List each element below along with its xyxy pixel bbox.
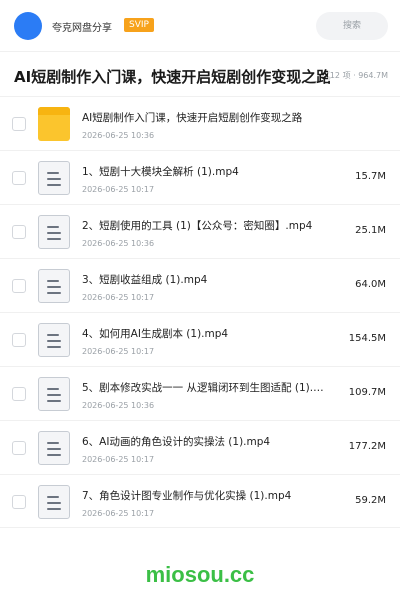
item-name: 4、如何用AI生成剧本 (1).mp4 (82, 328, 229, 340)
video-file-icon (38, 485, 70, 519)
item-name: 1、短剧十大模块全解析 (1).mp4 (82, 166, 239, 178)
list-item[interactable]: 6、AI动画的角色设计的实操法 (1).mp4 2026-06-25 10:17… (0, 420, 400, 474)
select-checkbox[interactable] (12, 117, 26, 131)
item-name: AI短剧制作入门课，快速开启短剧创作变现之路 (82, 112, 303, 124)
list-item[interactable]: 7、角色设计图专业制作与优化实操 (1).mp4 2026-06-25 10:1… (0, 474, 400, 528)
video-file-icon (38, 161, 70, 195)
search-button[interactable]: 搜索 (316, 12, 388, 40)
list-item[interactable]: 1、短剧十大模块全解析 (1).mp4 2026-06-25 10:17 15.… (0, 150, 400, 204)
item-date: 2026-06-25 10:17 (82, 455, 155, 464)
item-name: 3、短剧收益组成 (1).mp4 (82, 274, 208, 286)
list-item[interactable]: 2、短剧使用的工具 (1)【公众号：密知圈】.mp4 2026-06-25 10… (0, 204, 400, 258)
header-bar: 夸克网盘分享 SVIP 搜索 (0, 0, 400, 52)
svip-badge: SVIP (124, 18, 154, 32)
brand-name: 夸克网盘分享 (52, 23, 112, 34)
video-file-icon (38, 323, 70, 357)
item-size: 177.2M (348, 441, 386, 452)
list-item[interactable]: 4、如何用AI生成剧本 (1).mp4 2026-06-25 10:17 154… (0, 312, 400, 366)
select-checkbox[interactable] (12, 171, 26, 185)
item-name: 5、剧本修改实战一一 从逻辑闭环到生图适配 (1).mp4 (82, 382, 332, 394)
item-size: 59.2M (355, 495, 386, 506)
video-file-icon (38, 269, 70, 303)
item-name: 7、角色设计图专业制作与优化实操 (1).mp4 (82, 490, 292, 502)
item-date: 2026-06-25 10:36 (82, 401, 155, 410)
select-checkbox[interactable] (12, 387, 26, 401)
item-size: 64.0M (355, 279, 386, 290)
watermark-text: miosou.cc (145, 562, 255, 587)
item-date: 2026-06-25 10:17 (82, 185, 155, 194)
folder-icon (38, 107, 70, 141)
video-file-icon (38, 377, 70, 411)
select-checkbox[interactable] (12, 225, 26, 239)
video-file-icon (38, 431, 70, 465)
quark-logo-icon (14, 12, 42, 40)
item-size: 154.5M (348, 333, 386, 344)
list-item[interactable]: 3、短剧收益组成 (1).mp4 2026-06-25 10:17 64.0M (0, 258, 400, 312)
item-name: 6、AI动画的角色设计的实操法 (1).mp4 (82, 436, 271, 448)
item-date: 2026-06-25 10:17 (82, 293, 155, 302)
select-checkbox[interactable] (12, 279, 26, 293)
select-checkbox[interactable] (12, 441, 26, 455)
item-size: 109.7M (348, 387, 386, 398)
title-row: AI短剧制作入门课，快速开启短剧创作变现之路 12 项 · 964.7M (0, 52, 400, 96)
file-list: AI短剧制作入门课，快速开启短剧创作变现之路 2026-06-25 10:36 … (0, 96, 400, 528)
list-item-folder[interactable]: AI短剧制作入门课，快速开启短剧创作变现之路 2026-06-25 10:36 (0, 96, 400, 150)
folder-meta: 12 项 · 964.7M (327, 70, 388, 81)
page-title: AI短剧制作入门课，快速开启短剧创作变现之路 (14, 68, 332, 86)
item-date: 2026-06-25 10:17 (82, 509, 155, 518)
list-item[interactable]: 5、剧本修改实战一一 从逻辑闭环到生图适配 (1).mp4 2026-06-25… (0, 366, 400, 420)
video-file-icon (38, 215, 70, 249)
item-date: 2026-06-25 10:36 (82, 131, 155, 140)
item-name: 2、短剧使用的工具 (1)【公众号：密知圈】.mp4 (82, 220, 313, 232)
item-date: 2026-06-25 10:36 (82, 239, 155, 248)
item-size: 25.1M (355, 225, 386, 236)
item-date: 2026-06-25 10:17 (82, 347, 155, 356)
item-size: 15.7M (355, 171, 386, 182)
select-checkbox[interactable] (12, 495, 26, 509)
select-checkbox[interactable] (12, 333, 26, 347)
